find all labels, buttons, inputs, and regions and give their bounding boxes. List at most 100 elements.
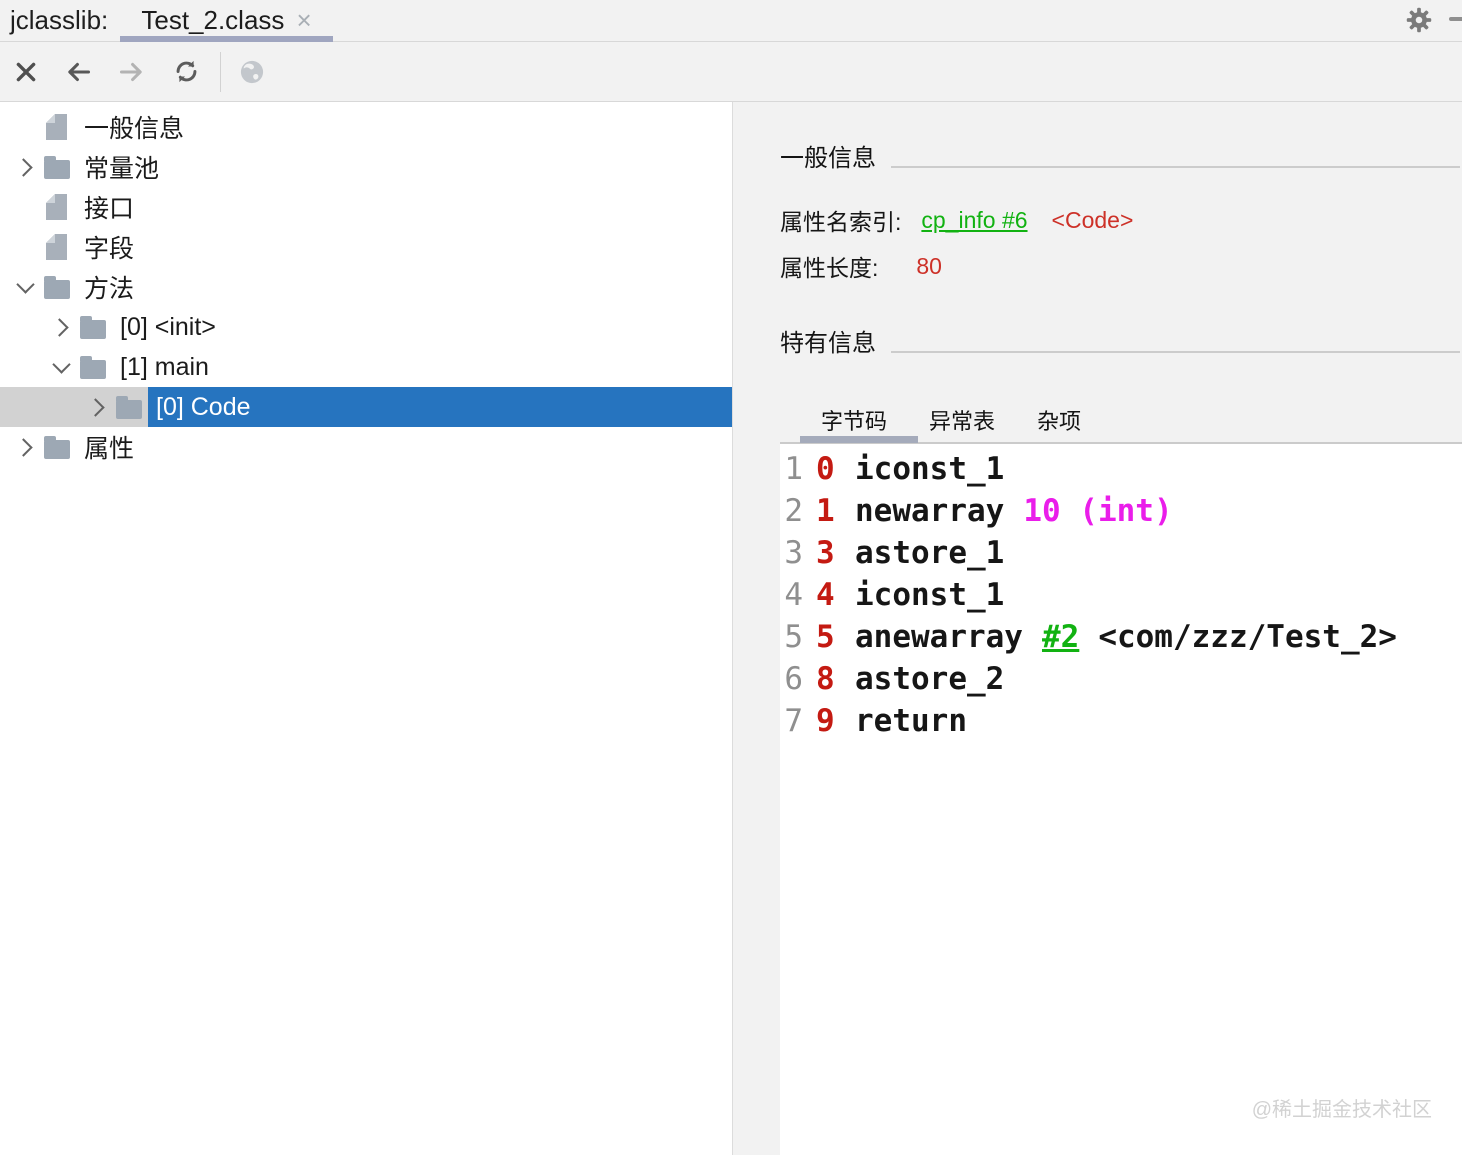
toolbar-separator (220, 51, 221, 92)
folder-icon (80, 355, 106, 379)
document-icon (44, 114, 70, 140)
chevron-right-icon[interactable] (82, 387, 112, 427)
tree-item-label: 方法 (84, 275, 135, 303)
field-value: 80 (916, 252, 942, 279)
reload-button[interactable] (170, 56, 202, 88)
tree-item[interactable]: 方法 (0, 267, 732, 307)
bytecode-line: 2 1 newarray 10 (int) (783, 490, 1462, 532)
tree-item-label: 常量池 (84, 155, 160, 183)
tree-item[interactable]: 接口 (0, 187, 732, 227)
bytecode-offset: 3 (816, 535, 835, 571)
attribute-length-row: 属性长度: 80 (780, 249, 942, 283)
active-detail-tab-indicator (800, 436, 918, 443)
field-label: 属性长度: (780, 255, 879, 281)
forward-button[interactable] (116, 56, 148, 88)
tab-exception-table[interactable]: 异常表 (908, 402, 1016, 438)
bytecode-offset: 1 (816, 493, 835, 529)
tab-close-icon[interactable]: × (296, 7, 311, 33)
watermark: @稀土掘金技术社区 (1251, 1099, 1432, 1121)
tree-item[interactable]: 属性 (0, 427, 732, 467)
section-title: 特有信息 (780, 330, 876, 357)
detail-panel: 一般信息 属性名索引: cp_info #6 <Code> 属性长度: 80 特… (733, 102, 1462, 1155)
bytecode-view: @稀土掘金技术社区 1 0 iconst_1 2 1 newarray 10 (int) 3 3… (780, 444, 1462, 1155)
section-divider (891, 351, 1460, 353)
attribute-name-index-row: 属性名索引: cp_info #6 <Code> (780, 203, 1133, 237)
tab-title: Test_2.class (141, 5, 285, 35)
refresh-icon (176, 60, 196, 83)
bytecode-offset: 5 (816, 619, 835, 655)
opcode: newarray (855, 493, 1005, 529)
opcode: return (855, 703, 967, 739)
bytecode-line: 6 8 astore_2 (783, 658, 1462, 700)
tab-strip: jclasslib: Test_2.class × (0, 0, 1462, 42)
document-icon (44, 234, 70, 260)
line-number: 5 (784, 619, 803, 655)
tab-misc[interactable]: 杂项 (1016, 402, 1102, 438)
chevron-right-icon[interactable] (10, 427, 40, 467)
back-arrow-icon (68, 62, 91, 81)
close-button[interactable] (10, 56, 42, 88)
constant-pool-link[interactable]: #2 (1042, 619, 1079, 655)
bytecode-line: 1 0 iconst_1 (783, 448, 1462, 490)
truncated-toolbar-icon[interactable] (1449, 17, 1462, 21)
chevron-placeholder (10, 107, 40, 147)
operand-value: <com/zzz/Test_2> (1098, 619, 1397, 655)
tab-bytecode[interactable]: 字节码 (800, 402, 908, 438)
tree-item-label-area: [0] Code (148, 387, 732, 427)
tree-item[interactable]: 一般信息 (0, 107, 732, 147)
tree-item-label: 属性 (84, 435, 135, 463)
chevron-right-icon[interactable] (10, 147, 40, 187)
operand-value: 10 (int) (1023, 493, 1173, 529)
main-split: 一般信息 常量池 接口 字段 方法 [0] <init> [1] main [0] Code 属… (0, 102, 1462, 1155)
jclasslib-window: jclasslib: Test_2.class × 一般信息 常量池 接口 字段… (0, 0, 1462, 1155)
folder-icon (80, 315, 106, 339)
chevron-placeholder (10, 187, 40, 227)
tree-item-label-area: [1] main (112, 347, 732, 387)
bytecode-line: 5 5 anewarray #2 <com/zzz/Test_2> (783, 616, 1462, 658)
bytecode-offset: 0 (816, 451, 835, 487)
line-number: 4 (784, 577, 803, 613)
bytecode-line: 3 3 astore_1 (783, 532, 1462, 574)
tree-item-label-area: 常量池 (76, 147, 732, 187)
constant-pool-link[interactable]: cp_info #6 (921, 207, 1027, 234)
tree-item-label: 字段 (84, 235, 135, 263)
chevron-down-icon[interactable] (10, 267, 40, 307)
tree-item-label-area: 字段 (76, 227, 732, 267)
field-label: 属性名索引: (780, 209, 902, 235)
tree-item[interactable]: [1] main (0, 347, 732, 387)
opcode: astore_2 (855, 661, 1005, 697)
bytecode-line: 7 9 return (783, 700, 1462, 742)
bytecode-offset: 4 (816, 577, 835, 613)
tree-item[interactable]: 常量池 (0, 147, 732, 187)
opcode: anewarray (855, 619, 1023, 655)
opcode: astore_1 (855, 535, 1005, 571)
folder-icon (44, 435, 70, 459)
line-number: 6 (784, 661, 803, 697)
line-number: 7 (784, 703, 803, 739)
chevron-placeholder (10, 227, 40, 267)
tree-item-label-area: [0] <init> (112, 307, 732, 347)
chevron-down-icon[interactable] (46, 347, 76, 387)
line-number: 1 (784, 451, 803, 487)
section-divider (891, 166, 1460, 168)
general-info-section-header: 一般信息 (780, 138, 1460, 173)
tree-item[interactable]: [0] Code (0, 387, 732, 427)
tree-item-label-area: 一般信息 (76, 107, 732, 147)
close-icon (16, 62, 36, 81)
back-button[interactable] (62, 56, 94, 88)
section-title: 一般信息 (780, 145, 876, 172)
web-globe-icon (240, 60, 264, 83)
tree-item-label: [0] Code (156, 392, 251, 421)
tree-item-label-area: 方法 (76, 267, 732, 307)
chevron-right-icon[interactable] (46, 307, 76, 347)
tree-item[interactable]: 字段 (0, 227, 732, 267)
app-label: jclasslib: (10, 5, 109, 35)
tree-item-label-area: 属性 (76, 427, 732, 467)
specific-info-section-header: 特有信息 (780, 323, 1460, 358)
class-structure-tree: 一般信息常量池接口字段方法 [0] <init> [1] main [0] Code 属… (0, 102, 733, 1155)
resolved-constant-text: <Code> (1051, 206, 1134, 233)
settings-button[interactable] (1404, 4, 1434, 36)
web-button[interactable] (236, 56, 268, 88)
tree-item[interactable]: [0] <init> (0, 307, 732, 347)
tab-test2-class[interactable]: Test_2.class × (120, 0, 333, 41)
